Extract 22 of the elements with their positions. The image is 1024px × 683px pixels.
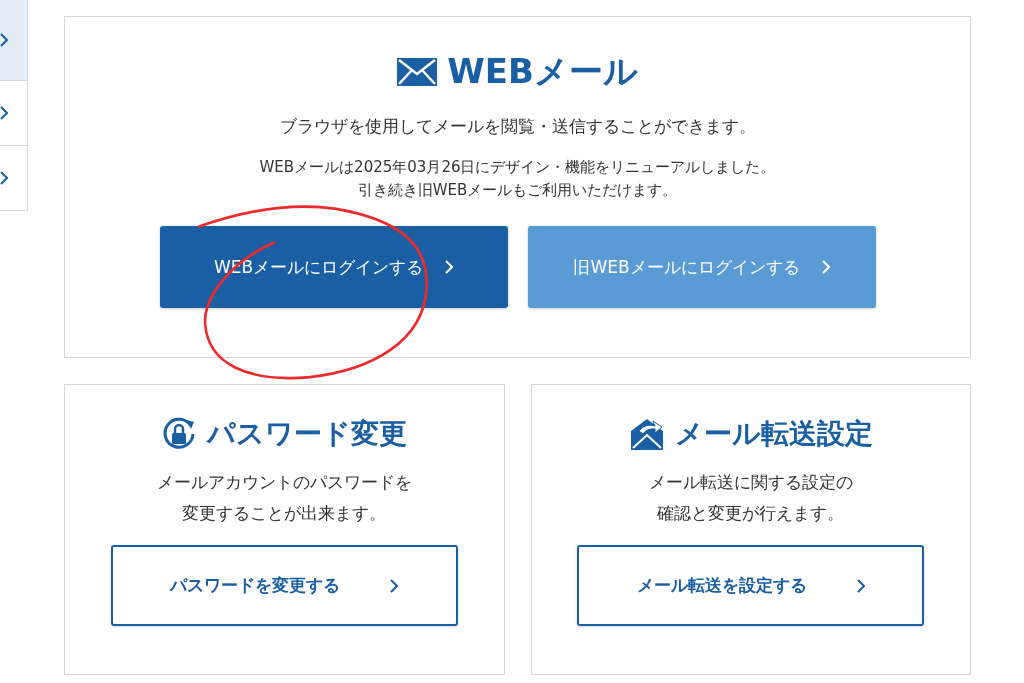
action-button[interactable]: パスワードを変更する: [110, 545, 458, 626]
chevron-right-icon: [0, 33, 8, 47]
card-description: 確認と変更が行えます。: [657, 502, 845, 525]
notice-text: 引き続き旧WEBメールもご利用いただけます。: [357, 181, 678, 200]
chevron-right-icon: [0, 106, 8, 120]
card-description: メールアカウントのパスワードを: [156, 471, 412, 494]
chevron-right-icon: [821, 260, 830, 274]
sidebar-item[interactable]: [0, 0, 27, 81]
card-description: 変更することが出来ます。: [182, 502, 387, 525]
chevron-right-icon: [445, 260, 454, 274]
card-title: パスワード変更: [207, 416, 408, 452]
chevron-right-icon: [390, 578, 399, 593]
chevron-right-icon: [0, 171, 8, 185]
card-title: メール転送設定: [674, 416, 873, 452]
envelope-arrow-icon: [628, 417, 665, 451]
card-title: WEBメール: [447, 50, 638, 93]
chevron-right-icon: [856, 578, 865, 593]
envelope-icon: [397, 58, 438, 86]
card-description: ブラウザを使用してメールを閲覧・送信することができます。: [279, 115, 756, 138]
card-description: メール転送に関する設定の: [648, 471, 853, 494]
notice-text: WEBメールは2025年03月26日にデザイン・機能をリニューアルしました。: [259, 158, 776, 177]
action-button[interactable]: メール転送を設定する: [577, 545, 925, 626]
